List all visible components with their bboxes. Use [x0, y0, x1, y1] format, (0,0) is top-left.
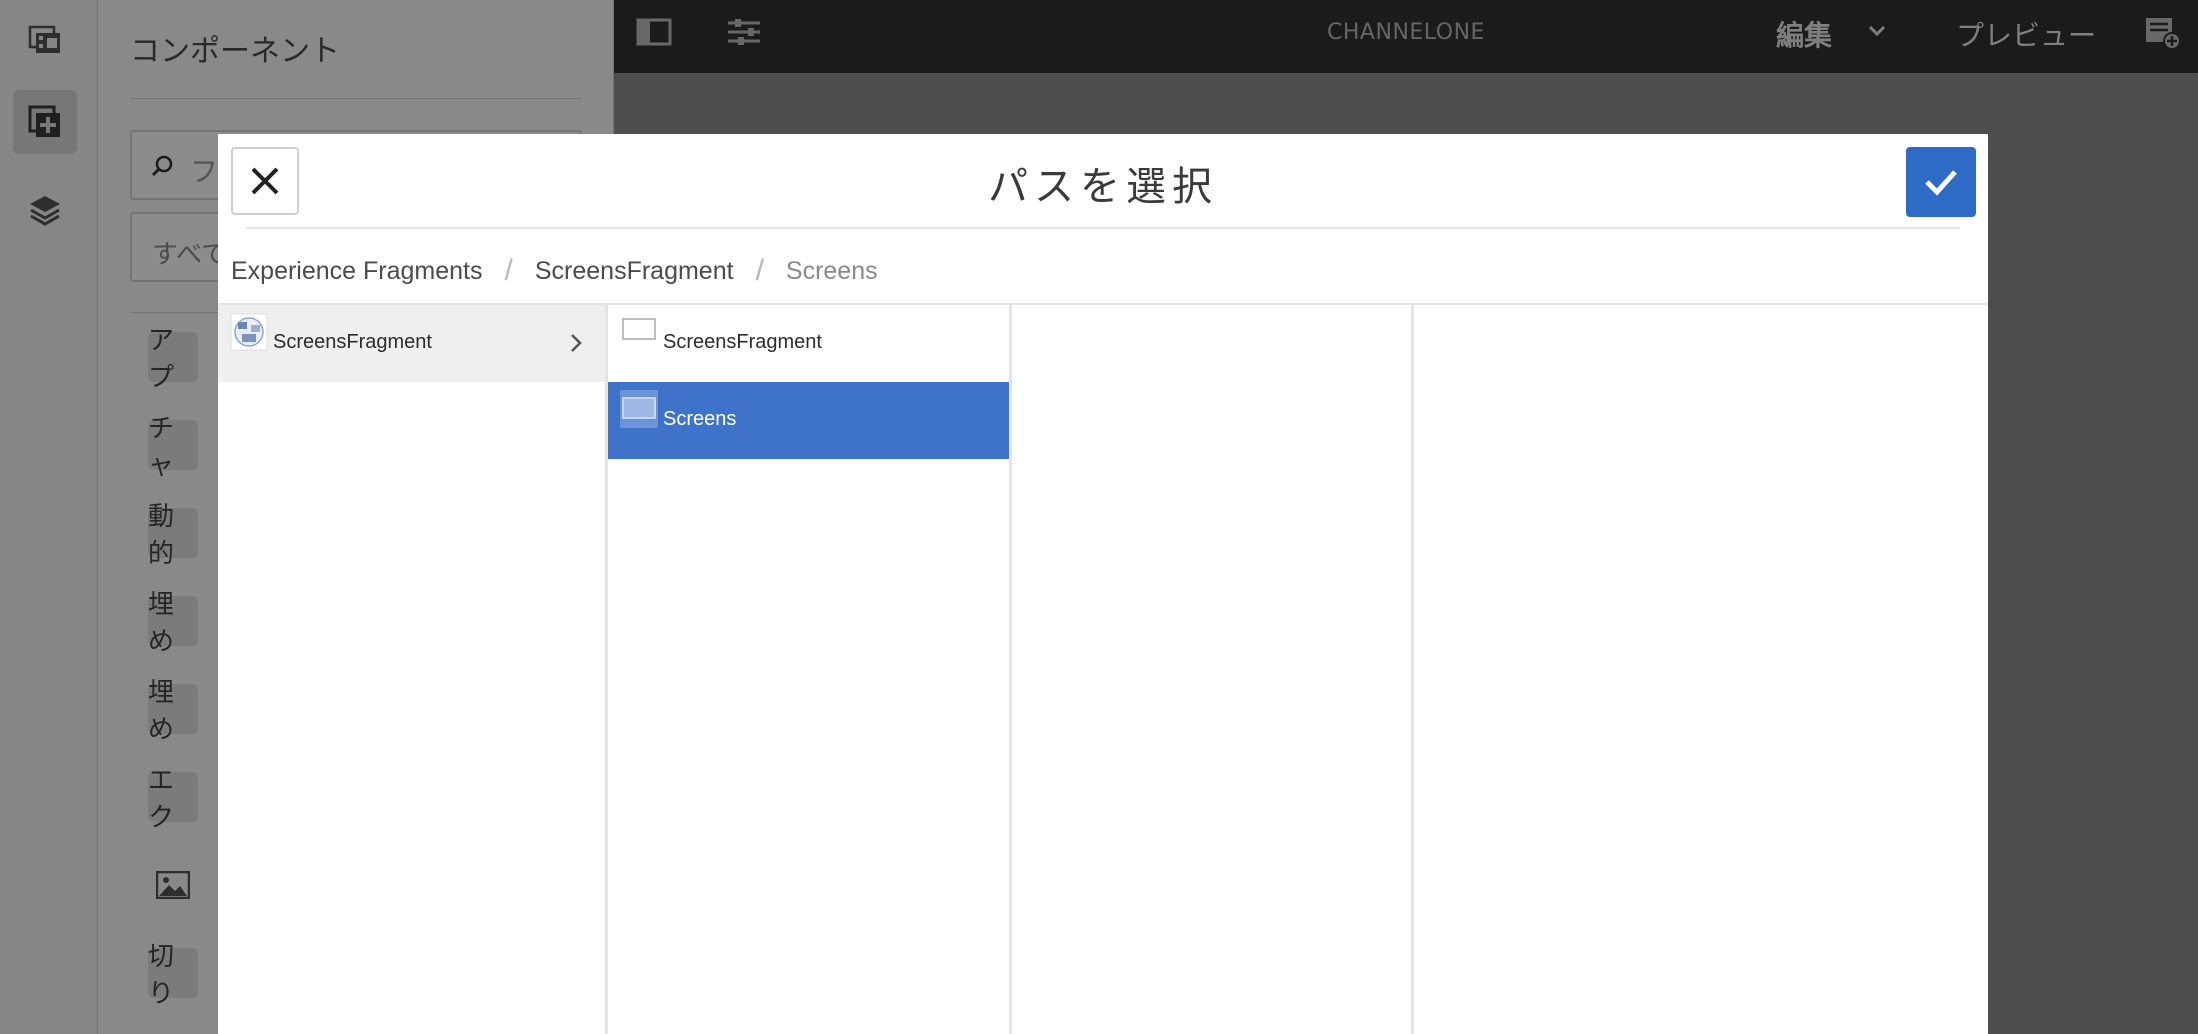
column-view-column: ScreensFragment Screens — [608, 305, 1012, 1034]
folder-thumbnail-icon — [230, 313, 268, 351]
column-view-column: ScreensFragment — [218, 305, 608, 1034]
page-thumbnail-icon — [622, 318, 656, 340]
checkmark-icon — [1925, 170, 1957, 196]
confirm-button[interactable] — [1906, 147, 1976, 217]
breadcrumb-separator: / — [504, 254, 513, 287]
breadcrumb-item[interactable]: ScreensFragment — [535, 257, 734, 286]
list-item[interactable]: ScreensFragment — [608, 305, 1009, 382]
item-label: ScreensFragment — [273, 331, 432, 353]
divider — [246, 227, 1960, 229]
page-thumbnail-icon — [620, 390, 658, 428]
breadcrumb-current: Screens — [785, 256, 878, 285]
list-item[interactable]: ScreensFragment — [218, 305, 605, 382]
chevron-right-icon — [571, 334, 582, 352]
list-item-selected[interactable]: Screens — [608, 382, 1009, 459]
breadcrumb: Experience Fragments / ScreensFragment /… — [231, 254, 878, 288]
breadcrumb-item[interactable]: Experience Fragments — [231, 257, 483, 286]
column-view-column — [1414, 305, 1988, 1034]
breadcrumb-separator: / — [755, 254, 764, 287]
item-label: Screens — [663, 408, 737, 430]
dialog-title: パスを選択 — [988, 164, 1218, 210]
path-picker-dialog: パスを選択 Experience Fragments / ScreensFrag… — [218, 134, 1988, 1034]
item-label: ScreensFragment — [663, 331, 822, 353]
column-view-column — [1012, 305, 1414, 1034]
